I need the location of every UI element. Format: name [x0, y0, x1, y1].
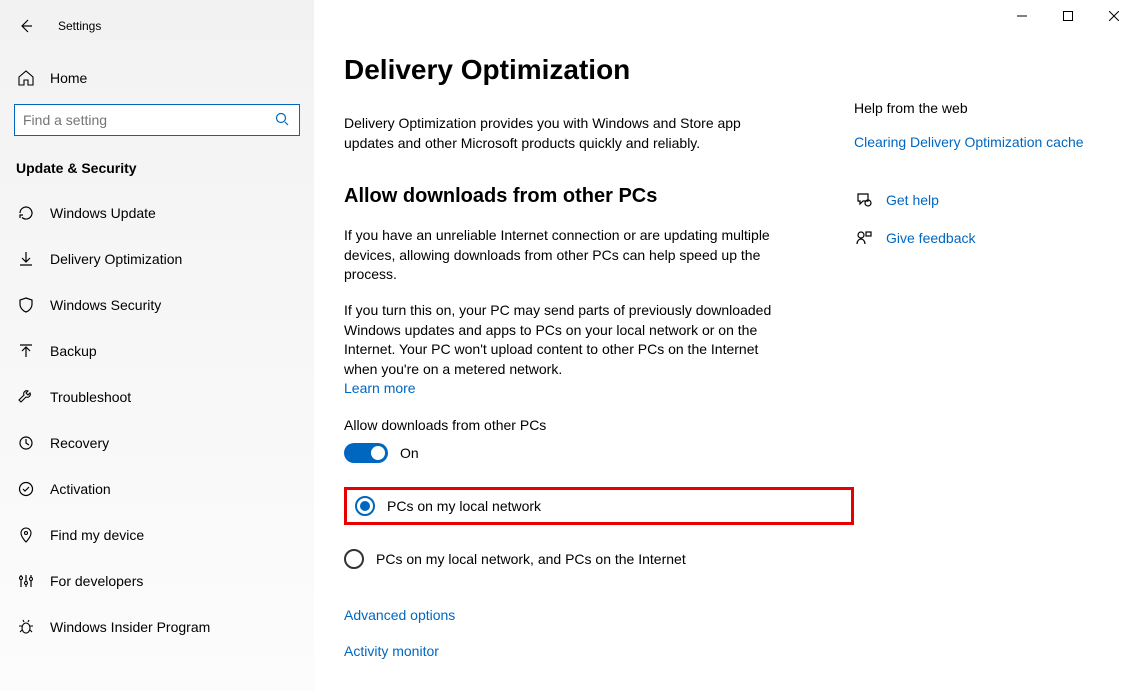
- search-input-wrap[interactable]: [14, 104, 300, 136]
- maximize-button[interactable]: [1045, 0, 1091, 32]
- help-heading: Help from the web: [854, 100, 1114, 116]
- nav-label: Find my device: [50, 527, 144, 543]
- nav-for-developers[interactable]: For developers: [0, 558, 314, 604]
- nav-list: Windows Update Delivery Optimization Win…: [0, 190, 314, 650]
- radio-icon: [355, 496, 375, 516]
- get-help-text: Get help: [886, 192, 939, 208]
- window-title: Settings: [58, 19, 101, 33]
- get-help-icon: [854, 190, 874, 210]
- paragraph-2-text: If you turn this on, your PC may send pa…: [344, 302, 771, 377]
- nav-find-my-device[interactable]: Find my device: [0, 512, 314, 558]
- content-area: Delivery Optimization Delivery Optimizat…: [314, 0, 1137, 691]
- home-label: Home: [50, 70, 87, 86]
- give-feedback-text: Give feedback: [886, 230, 976, 246]
- home-nav[interactable]: Home: [0, 58, 314, 98]
- arrow-left-icon: [18, 18, 34, 34]
- give-feedback-row[interactable]: Give feedback: [854, 228, 1114, 248]
- search-icon: [275, 112, 291, 128]
- refresh-icon: [16, 203, 36, 223]
- location-icon: [16, 525, 36, 545]
- get-help-row[interactable]: Get help: [854, 190, 1114, 210]
- right-column: Help from the web Clearing Delivery Opti…: [854, 0, 1134, 691]
- allow-downloads-toggle[interactable]: [344, 443, 388, 463]
- radio-label: PCs on my local network, and PCs on the …: [376, 551, 686, 567]
- nav-label: Windows Security: [50, 297, 161, 313]
- search-input[interactable]: [23, 112, 275, 128]
- help-link[interactable]: Clearing Delivery Optimization cache: [854, 134, 1114, 150]
- page-intro: Delivery Optimization provides you with …: [344, 114, 764, 153]
- nav-label: Delivery Optimization: [50, 251, 182, 267]
- download-icon: [16, 249, 36, 269]
- maximize-icon: [1063, 11, 1073, 21]
- nav-windows-security[interactable]: Windows Security: [0, 282, 314, 328]
- upload-icon: [16, 341, 36, 361]
- learn-more-link[interactable]: Learn more: [344, 379, 416, 399]
- sidebar: Settings Home Update & Security Windows …: [0, 0, 314, 691]
- check-circle-icon: [16, 479, 36, 499]
- toggle-label: Allow downloads from other PCs: [344, 417, 854, 433]
- paragraph-2: If you turn this on, your PC may send pa…: [344, 301, 784, 399]
- toggle-state: On: [400, 445, 419, 461]
- paragraph-1: If you have an unreliable Internet conne…: [344, 226, 784, 285]
- nav-label: Troubleshoot: [50, 389, 131, 405]
- close-button[interactable]: [1091, 0, 1137, 32]
- bug-icon: [16, 617, 36, 637]
- nav-backup[interactable]: Backup: [0, 328, 314, 374]
- back-button[interactable]: [16, 16, 36, 36]
- nav-troubleshoot[interactable]: Troubleshoot: [0, 374, 314, 420]
- titlebar-left: Settings: [0, 8, 314, 44]
- feedback-icon: [854, 228, 874, 248]
- minimize-button[interactable]: [999, 0, 1045, 32]
- radio-icon: [344, 549, 364, 569]
- radio-internet[interactable]: PCs on my local network, and PCs on the …: [344, 549, 854, 569]
- page-title: Delivery Optimization: [344, 54, 854, 86]
- nav-recovery[interactable]: Recovery: [0, 420, 314, 466]
- main-column: Delivery Optimization Delivery Optimizat…: [314, 0, 854, 691]
- radio-group: PCs on my local network PCs on my local …: [344, 487, 854, 569]
- highlight-box: PCs on my local network: [344, 487, 854, 525]
- radio-label: PCs on my local network: [387, 498, 541, 514]
- nav-delivery-optimization[interactable]: Delivery Optimization: [0, 236, 314, 282]
- radio-local-network[interactable]: PCs on my local network: [355, 496, 541, 516]
- wrench-icon: [16, 387, 36, 407]
- minimize-icon: [1017, 11, 1027, 21]
- nav-label: Windows Update: [50, 205, 156, 221]
- nav-label: Recovery: [50, 435, 109, 451]
- section-heading: Allow downloads from other PCs: [344, 185, 854, 208]
- nav-label: Windows Insider Program: [50, 619, 210, 635]
- advanced-options-link[interactable]: Advanced options: [344, 607, 854, 623]
- nav-windows-update[interactable]: Windows Update: [0, 190, 314, 236]
- window-controls: [999, 0, 1137, 32]
- nav-windows-insider[interactable]: Windows Insider Program: [0, 604, 314, 650]
- sliders-icon: [16, 571, 36, 591]
- close-icon: [1109, 11, 1119, 21]
- home-icon: [16, 68, 36, 88]
- activity-monitor-link[interactable]: Activity monitor: [344, 643, 854, 659]
- nav-label: For developers: [50, 573, 143, 589]
- clock-icon: [16, 433, 36, 453]
- nav-label: Backup: [50, 343, 97, 359]
- shield-icon: [16, 295, 36, 315]
- category-heading: Update & Security: [0, 152, 314, 190]
- nav-activation[interactable]: Activation: [0, 466, 314, 512]
- nav-label: Activation: [50, 481, 111, 497]
